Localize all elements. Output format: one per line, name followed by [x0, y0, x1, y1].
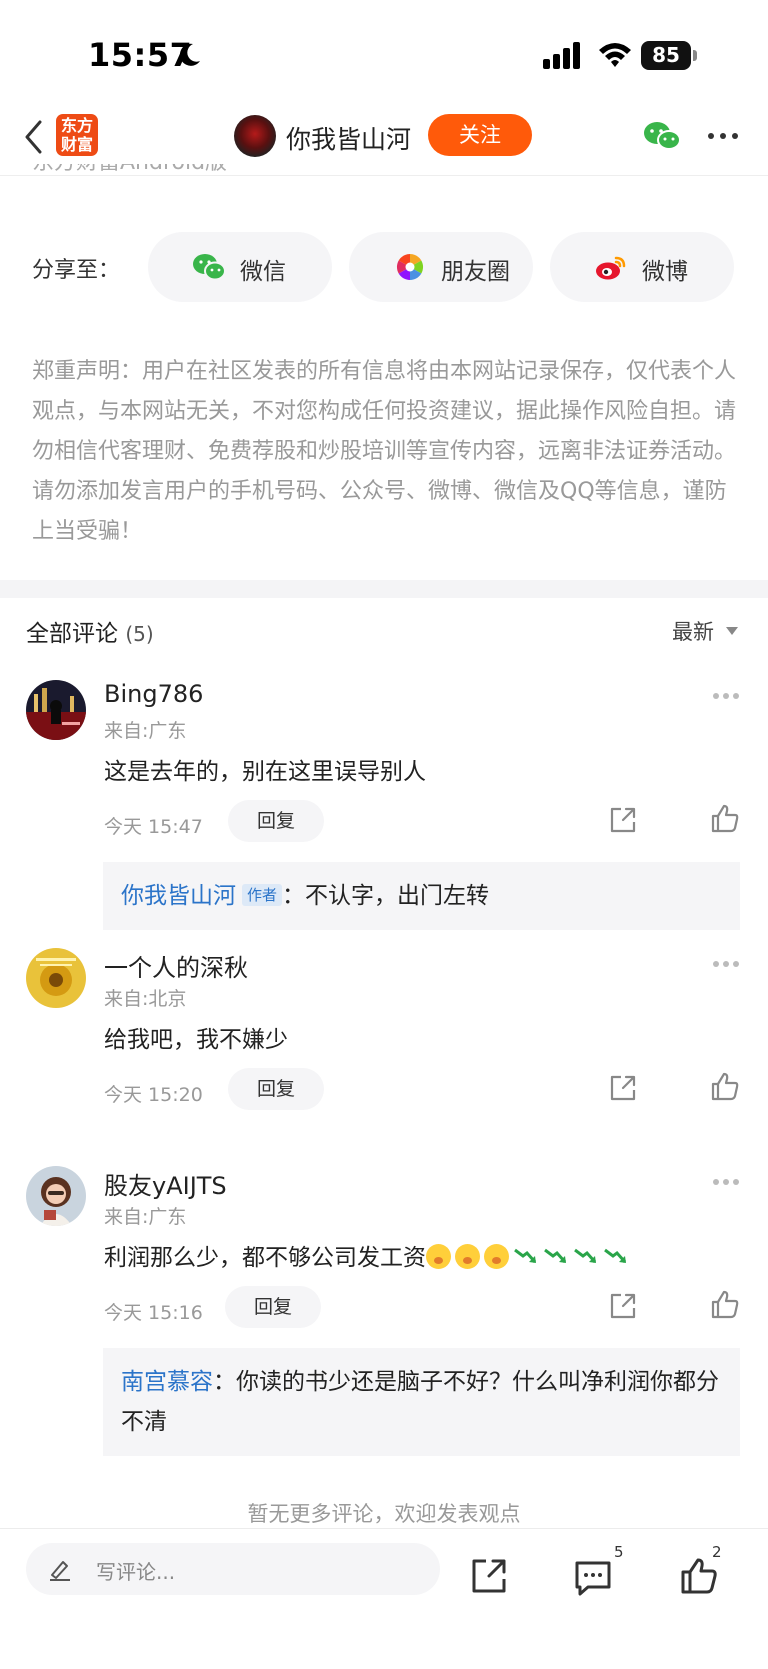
- share-icon[interactable]: [609, 1292, 637, 1320]
- avatar[interactable]: [26, 680, 86, 740]
- weibo-icon: [596, 256, 626, 280]
- comment-reply[interactable]: 南宫慕容：你读的书少还是脑子不好？什么叫净利润你都分不清: [103, 1348, 740, 1456]
- battery-level: 85: [641, 41, 691, 70]
- share-option-label: 微信: [240, 259, 286, 285]
- more-options-icon[interactable]: [712, 960, 740, 968]
- share-moments-button[interactable]: 朋友圈: [349, 232, 533, 302]
- source-caption: 东方财富Android版: [32, 164, 227, 182]
- like-count: 2: [712, 1543, 722, 1561]
- back-arrow-icon[interactable]: [22, 118, 46, 156]
- comment-author[interactable]: 股友yAIJTS: [104, 1166, 227, 1201]
- share-icon[interactable]: [609, 1074, 637, 1102]
- share-icon[interactable]: [470, 1557, 508, 1595]
- eastmoney-logo[interactable]: 东方 财富: [56, 114, 98, 156]
- sort-dropdown[interactable]: 最新: [672, 616, 714, 646]
- emoji-icon: [426, 1244, 451, 1269]
- comment-location: 来自:北京: [104, 988, 187, 1010]
- comment-time: 今天 15:16: [104, 1302, 203, 1324]
- comment-input[interactable]: 写评论...: [26, 1543, 440, 1595]
- thumbs-up-icon[interactable]: [710, 804, 740, 834]
- comment-icon[interactable]: [574, 1559, 612, 1597]
- comment-text: 利润那么少，都不够公司发工资: [104, 1238, 633, 1272]
- reply-button[interactable]: 回复: [225, 1286, 321, 1328]
- falling-stock-icon: [604, 1248, 627, 1263]
- share-weibo-button[interactable]: 微博: [550, 232, 734, 302]
- reply-author[interactable]: 南宫慕容: [121, 1369, 213, 1395]
- reply-separator: ：: [282, 883, 306, 909]
- share-option-label: 微博: [642, 259, 688, 285]
- follow-button[interactable]: 关注: [428, 114, 532, 156]
- author-reply[interactable]: 你我皆山河 作者 ：不认字，出门左转: [103, 862, 740, 930]
- share-wechat-button[interactable]: 微信: [148, 232, 332, 302]
- wifi-icon: [599, 43, 631, 67]
- avatar[interactable]: [26, 948, 86, 1008]
- reply-button[interactable]: 回复: [228, 800, 324, 842]
- author-avatar[interactable]: [234, 115, 276, 157]
- thumbs-up-icon[interactable]: [710, 1290, 740, 1320]
- comment-time: 今天 15:20: [104, 1084, 203, 1106]
- wechat-share-icon[interactable]: [642, 120, 682, 152]
- more-options-icon[interactable]: [706, 124, 740, 148]
- more-options-icon[interactable]: [712, 1178, 740, 1186]
- no-more-comments: 暂无更多评论，欢迎发表观点: [247, 1502, 521, 1526]
- falling-stock-icon: [544, 1248, 567, 1263]
- more-options-icon[interactable]: [712, 692, 740, 700]
- share-icon[interactable]: [609, 806, 637, 834]
- moments-icon: [396, 253, 424, 281]
- author-badge: 作者: [242, 884, 283, 906]
- bottom-action-bar: 写评论... 5 2: [0, 1528, 768, 1669]
- caret-down-icon[interactable]: [726, 626, 738, 636]
- comment-location: 来自:广东: [104, 720, 187, 742]
- reply-separator: ：: [213, 1369, 236, 1395]
- wechat-icon: [193, 254, 226, 281]
- comment-author[interactable]: 一个人的深秋: [104, 948, 248, 983]
- cellular-signal-icon: [543, 42, 580, 69]
- emoji-icon: [455, 1244, 480, 1269]
- comment-count: 5: [614, 1543, 624, 1561]
- comment-placeholder: 写评论...: [96, 1560, 176, 1584]
- avatar[interactable]: [26, 1166, 86, 1226]
- section-divider: [0, 580, 768, 598]
- author-name[interactable]: 你我皆山河: [286, 120, 411, 156]
- comment-time: 今天 15:47: [104, 816, 203, 838]
- status-bar: 15:57 85: [0, 0, 768, 100]
- comment-location: 来自:广东: [104, 1206, 187, 1228]
- disclaimer: 郑重声明：用户在社区发表的所有信息将由本网站记录保存，仅代表个人观点，与本网站无…: [32, 359, 737, 544]
- comments-count: (5): [125, 622, 154, 646]
- share-option-label: 朋友圈: [441, 259, 510, 285]
- thumbs-up-icon[interactable]: [710, 1072, 740, 1102]
- reply-author[interactable]: 你我皆山河: [121, 883, 236, 909]
- reply-button[interactable]: 回复: [228, 1068, 324, 1110]
- share-label: 分享至：: [32, 258, 121, 283]
- comment-author[interactable]: Bing786: [104, 680, 203, 708]
- battery-icon: 85: [641, 41, 697, 70]
- comments-title: 全部评论: [26, 621, 118, 647]
- reply-text: 不认字，出门左转: [305, 883, 490, 909]
- comment-text: 给我吧，我不嫌少: [104, 1027, 288, 1053]
- falling-stock-icon: [514, 1248, 537, 1263]
- share-row: 分享至： 微信 朋友圈 微博: [0, 232, 768, 304]
- emoji-icon: [484, 1244, 509, 1269]
- comment-text: 这是去年的，别在这里误导别人: [104, 759, 426, 785]
- comments-header: 全部评论 (5): [26, 614, 154, 648]
- thumbs-up-icon[interactable]: [680, 1557, 718, 1595]
- falling-stock-icon: [574, 1248, 597, 1263]
- pencil-icon: [50, 1561, 70, 1581]
- moon-icon: [179, 43, 200, 66]
